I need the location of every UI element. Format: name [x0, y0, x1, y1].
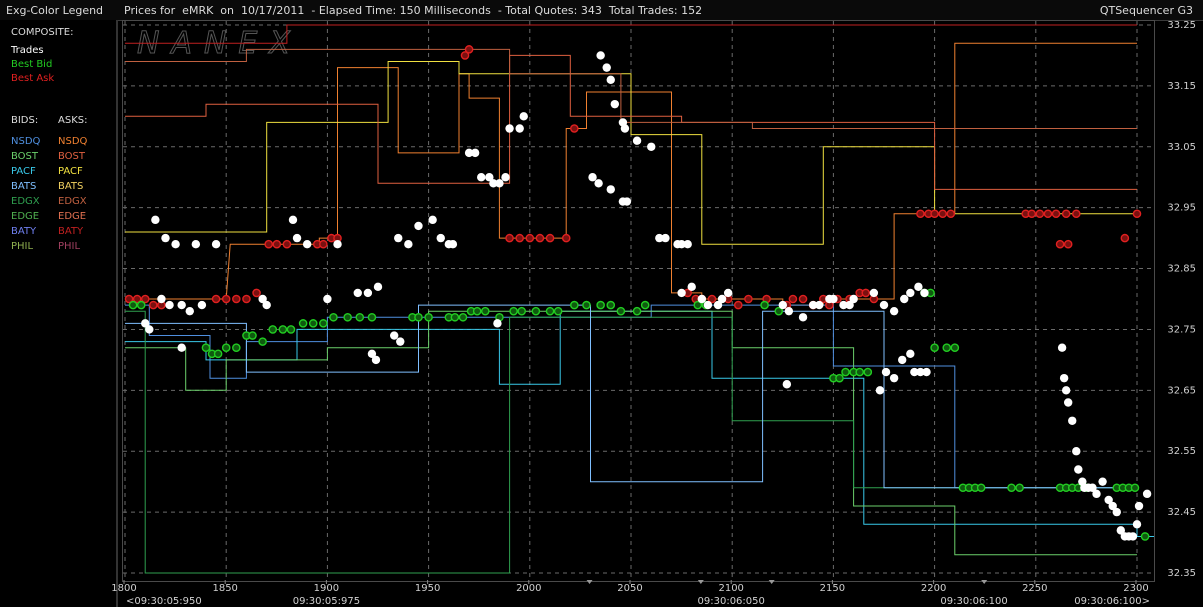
axis-event-marker [697, 580, 704, 584]
x-tick-label: 2050 [617, 583, 642, 594]
y-tick-label: 32.85 [1167, 264, 1196, 275]
axis-event-marker [586, 580, 593, 584]
y-tick-label: 32.95 [1167, 203, 1196, 214]
time-label: 09:30:06:100 [940, 596, 1007, 607]
time-label: 09:30:06:100> [1074, 596, 1150, 607]
y-tick-label: 32.35 [1167, 568, 1196, 579]
x-tick-label: 1900 [314, 583, 339, 594]
x-tick-label: 2000 [516, 583, 541, 594]
y-tick-label: 33.15 [1167, 81, 1196, 92]
y-tick-label: 32.55 [1167, 446, 1196, 457]
y-tick-label: 32.65 [1167, 385, 1196, 396]
x-tick-label: 1850 [212, 583, 237, 594]
time-label: <09:30:05:950 [126, 596, 202, 607]
axis-event-marker [981, 580, 988, 584]
x-tick-label: 2100 [718, 583, 743, 594]
y-tick-label: 33.05 [1167, 142, 1196, 153]
x-tick-label: 2200 [921, 583, 946, 594]
y-tick-label: 32.75 [1167, 324, 1196, 335]
x-tick-label: 2300 [1123, 583, 1148, 594]
x-tick-label: 2250 [1022, 583, 1047, 594]
time-label: 09:30:06:050 [698, 596, 765, 607]
axis-event-marker [768, 580, 775, 584]
y-tick-label: 33.25 [1167, 20, 1196, 31]
time-label: 09:30:05:975 [293, 596, 360, 607]
x-tick-label: 1800 [111, 583, 136, 594]
y-tick-label: 32.45 [1167, 507, 1196, 518]
x-tick-label: 2150 [820, 583, 845, 594]
x-tick-label: 1950 [415, 583, 440, 594]
chart-axes: 33.25 33.15 33.05 32.95 32.85 32.75 32.65 32.55… [111, 20, 1196, 607]
